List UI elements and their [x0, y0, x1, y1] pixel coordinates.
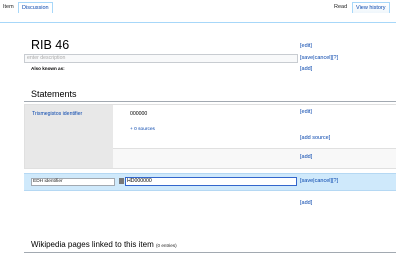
tab-bar: Item Discussion Read View history — [0, 0, 396, 23]
statement-group: Trismegistos identifier 000000 + 0 sourc… — [24, 104, 396, 169]
add-statement-link[interactable]: [add] — [300, 200, 312, 206]
add-source-link[interactable]: [add source] — [300, 135, 330, 141]
item-page: Item Discussion Read View history RIB 46… — [0, 0, 396, 257]
tab-view-history[interactable]: View history — [352, 2, 390, 13]
tab-read[interactable]: Read — [334, 4, 347, 10]
wikipedia-links-count: (0 entries) — [155, 243, 177, 248]
statement-add-row — [113, 149, 396, 168]
tab-item[interactable]: Item — [3, 4, 14, 10]
statement-add-value-link[interactable]: [add] — [300, 154, 312, 160]
statement-property-cell: Trismegistos identifier — [25, 105, 113, 168]
tab-discussion[interactable]: Discussion — [18, 2, 53, 13]
aliases-add-link[interactable]: [add] — [300, 66, 312, 72]
page-title: RIB 46 — [31, 38, 70, 52]
also-known-as-label: Also known as: — [31, 66, 65, 71]
value-input[interactable]: HD000000 — [125, 177, 297, 186]
property-selector-input[interactable]: EDH identifier — [31, 178, 115, 186]
new-statement-save-cancel-help[interactable]: [save|cancel][?] — [300, 178, 338, 184]
statement-edit-link[interactable]: [edit] — [300, 109, 312, 115]
statements-heading: Statements — [31, 89, 77, 99]
statement-property-link[interactable]: Trismegistos identifier — [32, 111, 82, 117]
title-edit-link[interactable]: [edit] — [300, 43, 312, 49]
wikipedia-links-heading-text: Wikipedia pages linked to this item — [31, 240, 154, 249]
description-save-cancel-help[interactable]: [save|cancel][?] — [300, 55, 338, 61]
statement-sources-toggle[interactable]: + 0 sources — [130, 127, 155, 132]
wikipedia-links-heading: Wikipedia pages linked to this item (0 e… — [31, 240, 177, 249]
value-type-icon — [119, 178, 124, 184]
wikipedia-divider — [24, 252, 396, 253]
description-input[interactable]: enter description — [24, 54, 298, 63]
statements-divider — [24, 101, 396, 102]
statement-value: 000000 — [130, 111, 148, 117]
new-statement-editor: EDH identifier HD000000 — [24, 173, 396, 191]
